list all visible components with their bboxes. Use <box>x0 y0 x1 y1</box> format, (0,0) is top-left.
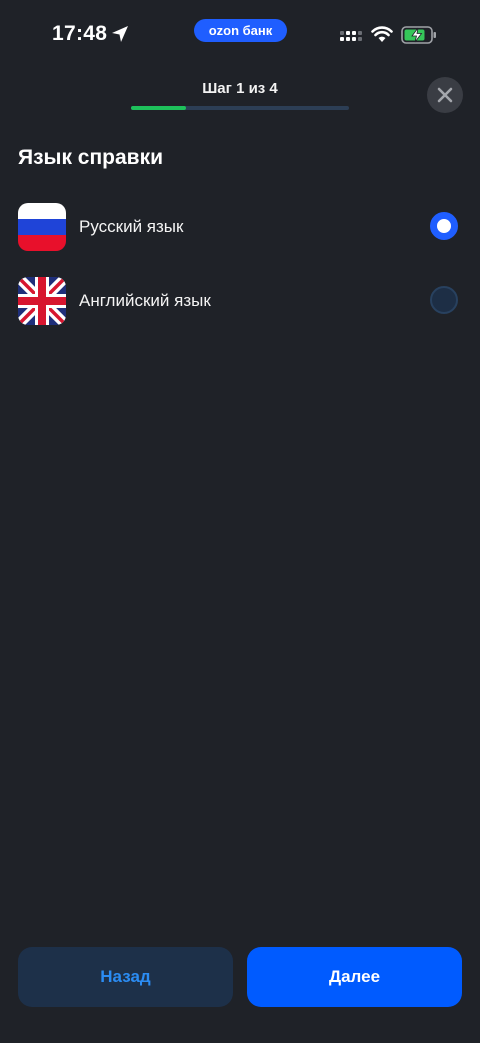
back-button[interactable]: Назад <box>18 947 233 1007</box>
section-title: Язык справки <box>18 146 164 169</box>
step-progress-fill <box>131 106 186 110</box>
radio-unselected[interactable] <box>430 286 458 314</box>
battery-charging-icon <box>401 26 436 44</box>
uk-flag-icon <box>18 277 66 325</box>
location-arrow-icon <box>112 26 128 42</box>
radio-selected[interactable] <box>430 212 458 240</box>
step-progress-bar <box>131 106 349 110</box>
close-icon <box>437 87 453 103</box>
russia-flag-icon <box>18 203 66 251</box>
close-button[interactable] <box>427 77 463 113</box>
step-indicator: Шаг 1 из 4 <box>202 80 278 97</box>
language-option-label: Русский язык <box>79 217 184 236</box>
language-option-label: Английский язык <box>79 291 211 310</box>
cellular-signal-icon <box>340 31 362 41</box>
wifi-icon <box>371 26 393 42</box>
language-option-russian[interactable]: Русский язык <box>0 197 480 257</box>
status-bar: 17:48 ozon банк <box>0 0 480 70</box>
next-button[interactable]: Далее <box>247 947 462 1007</box>
language-option-english[interactable]: Английский язык <box>0 271 480 331</box>
app-badge[interactable]: ozon банк <box>194 19 287 42</box>
status-time: 17:48 <box>52 22 108 45</box>
